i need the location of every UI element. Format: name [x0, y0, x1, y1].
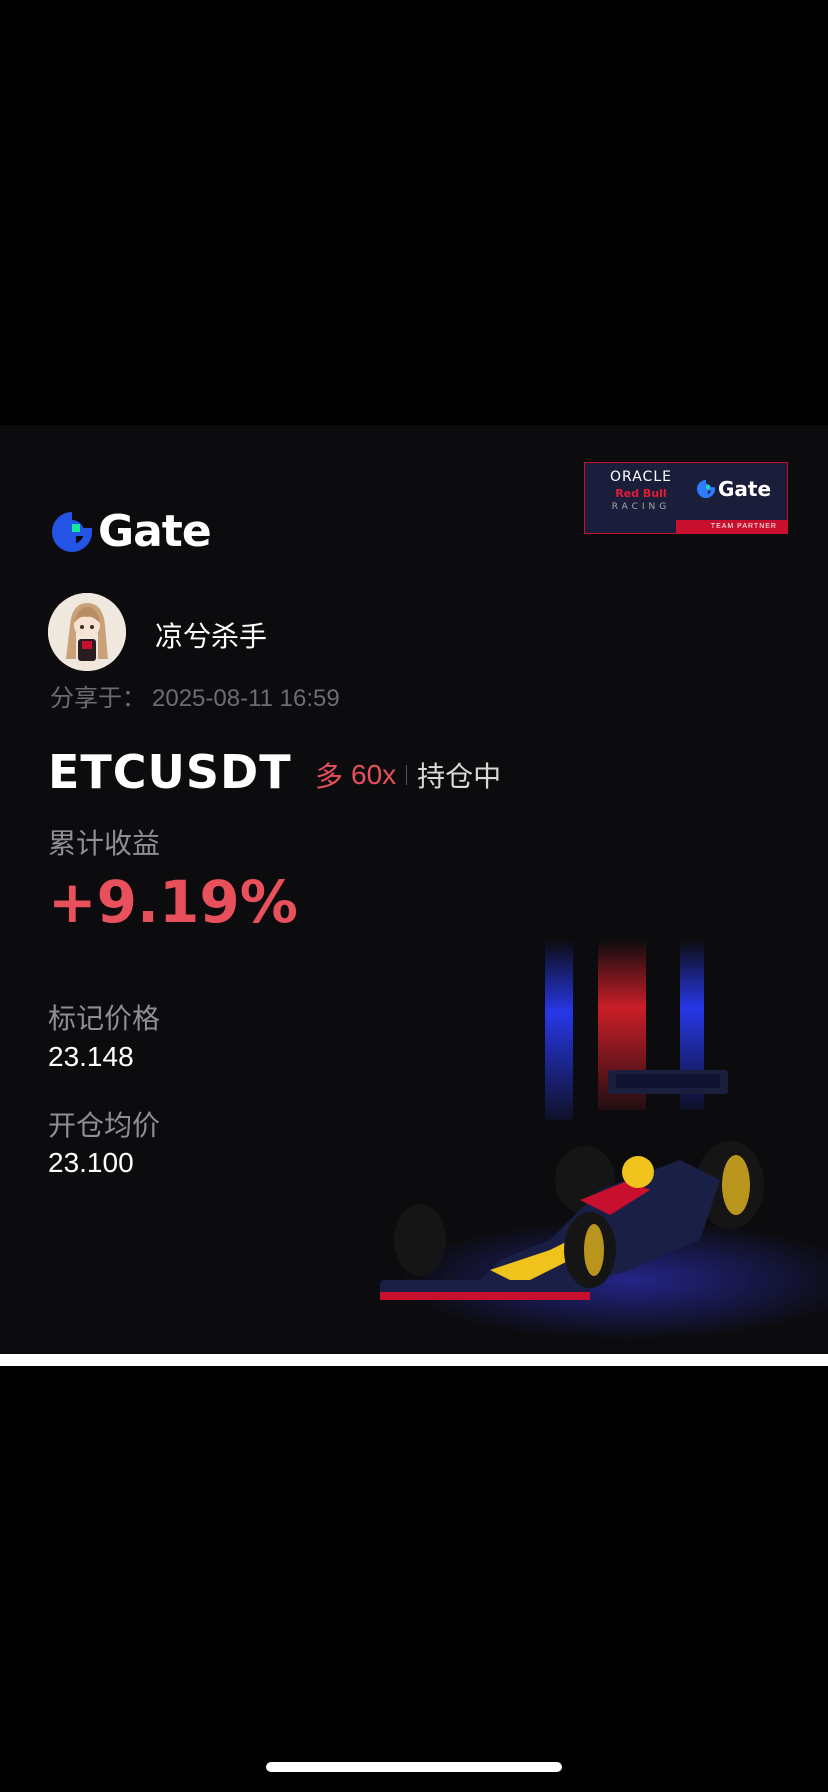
redbull-racing-mark: ORACLE Red Bull RACING	[593, 469, 689, 512]
shared-label: 分享于：	[50, 685, 146, 712]
position-tags: 多 60x 持仓中	[315, 755, 501, 795]
mark-price-label: 标记价格	[48, 1003, 161, 1034]
home-indicator[interactable]	[266, 1762, 562, 1772]
redbull-text: Red Bull	[615, 487, 667, 500]
partner-gate-text: Gate	[718, 477, 772, 501]
f1-car-illustration	[380, 940, 828, 1340]
trading-pair: ETCUSDT	[48, 745, 292, 799]
tag-divider	[406, 765, 408, 785]
entry-price-label: 开仓均价	[48, 1110, 161, 1141]
direction-tag: 多	[315, 761, 344, 792]
status-tag: 持仓中	[417, 761, 502, 792]
partner-gate-mark: Gate	[697, 477, 771, 501]
shared-time-line: 分享于： 2025-08-11 16:59	[50, 678, 346, 713]
mark-price-value: 23.148	[48, 1041, 134, 1072]
card-bottom-edge	[0, 1354, 828, 1366]
pnl-label: 累计收益	[48, 828, 161, 859]
racing-text: RACING	[611, 502, 671, 512]
avatar	[48, 593, 126, 671]
team-partner-strip: TEAM PARTNER	[585, 520, 787, 533]
screen: Gate ORACLE Red Bull RACING Gate TEAM PA…	[0, 0, 828, 1792]
share-card: Gate ORACLE Red Bull RACING Gate TEAM PA…	[0, 425, 828, 1354]
gate-logo-text: Gate	[98, 506, 212, 557]
avatar-illustration	[48, 593, 126, 671]
gate-small-icon	[697, 480, 715, 498]
entry-price-value: 23.100	[48, 1147, 134, 1178]
leverage-tag: 60x	[351, 759, 397, 790]
partner-badge: ORACLE Red Bull RACING Gate TEAM PARTNER	[584, 462, 788, 534]
oracle-text: ORACLE	[610, 469, 672, 485]
gate-logo: Gate	[52, 506, 212, 557]
gate-logo-icon	[52, 511, 92, 552]
pnl-value: +9.19%	[48, 868, 298, 936]
shared-time: 2025-08-11 16:59	[152, 685, 340, 712]
username: 凉兮杀手	[155, 621, 268, 652]
